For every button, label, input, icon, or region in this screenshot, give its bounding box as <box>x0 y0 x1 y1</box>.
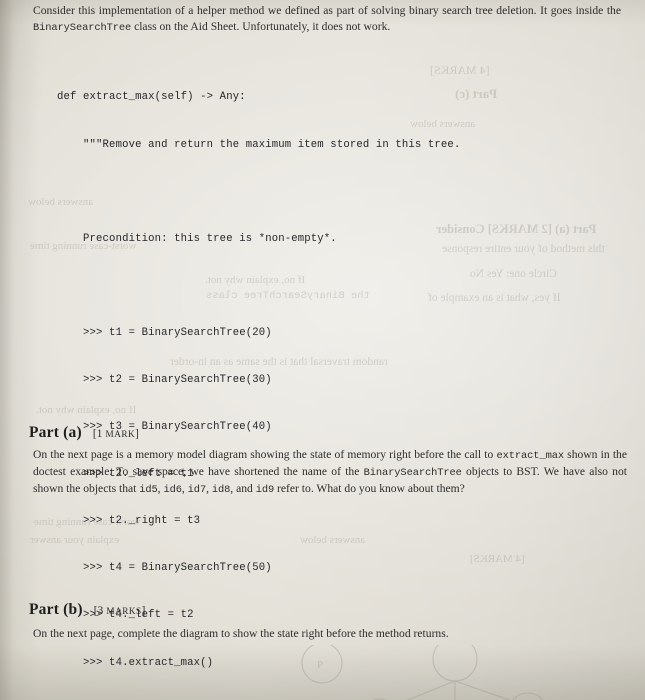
part-b-marks: [3 MARKS] <box>94 605 146 617</box>
part-a-mono-id9: id9 <box>255 484 275 497</box>
part-b-marks-word: MARKS <box>106 606 142 616</box>
bleed-text: this method of your entire response <box>442 243 605 255</box>
part-a-body: On the next page is a memory model diagr… <box>33 447 627 499</box>
code-line: """Remove and return the maximum item st… <box>57 138 461 151</box>
part-b-body: On the next page, complete the diagram t… <box>33 627 449 640</box>
part-a-mono-id5: id5 <box>139 484 158 497</box>
code-line: Precondition: this tree is *non-empty*. <box>57 232 337 245</box>
part-a-seg-7: , and <box>230 482 256 496</box>
bleed-text: [4 MARKS] <box>470 553 525 565</box>
part-b-heading: Part (b) [3 MARKS] <box>29 601 146 619</box>
part-b-marks-number: 3 <box>97 605 104 617</box>
code-line: >>> t2._right = t3 <box>57 515 201 528</box>
bleed-text: Part (c) <box>455 86 498 101</box>
code-line: >>> t2 = BinarySearchTree(30) <box>57 373 272 386</box>
part-a-mono-id6: id6 <box>163 484 182 497</box>
part-a-marks-number: 1 <box>96 428 103 440</box>
part-a-mono-bst-class: BinarySearchTree <box>363 467 462 480</box>
part-a-marks-close: ] <box>135 428 140 440</box>
part-a-seg-8: refer to. What do you know about them? <box>274 482 465 496</box>
part-a-title: Part (a) <box>29 424 82 441</box>
intro-class-name: BinarySearchTree <box>33 22 132 35</box>
scanned-exam-page: [4 MARKS] Part (c) answers below Part (a… <box>0 0 645 700</box>
intro-text-part1: Consider this implementation of a helper… <box>33 4 621 17</box>
code-line: >>> t4.extract_max() <box>57 656 214 669</box>
part-a-marks-word: MARK <box>105 429 136 439</box>
part-b-marks-close: ] <box>141 605 146 617</box>
part-a-seg-1: On the next page is a memory model diagr… <box>33 448 497 461</box>
part-a-mono-id8: id8 <box>211 484 231 497</box>
intro-paragraph: Consider this implementation of a helper… <box>33 3 621 36</box>
part-a-heading: Part (a) [1 MARK] <box>29 424 139 442</box>
part-b-title: Part (b) <box>29 601 83 618</box>
part-a-marks: [1 MARK] <box>93 428 139 440</box>
part-a-mono-extract-max: extract_max <box>496 450 565 462</box>
intro-text-part2: class on the Aid Sheet. Unfortunately, i… <box>131 20 391 34</box>
code-line: def extract_max(self) -> Any: <box>57 91 246 104</box>
code-line: >>> t1 = BinarySearchTree(20) <box>57 326 272 339</box>
code-line: >>> t4 = BinarySearchTree(50) <box>57 562 272 575</box>
bleed-text: Circle one: Yes No <box>470 268 557 280</box>
part-a-mono-id7: id7 <box>187 484 207 497</box>
